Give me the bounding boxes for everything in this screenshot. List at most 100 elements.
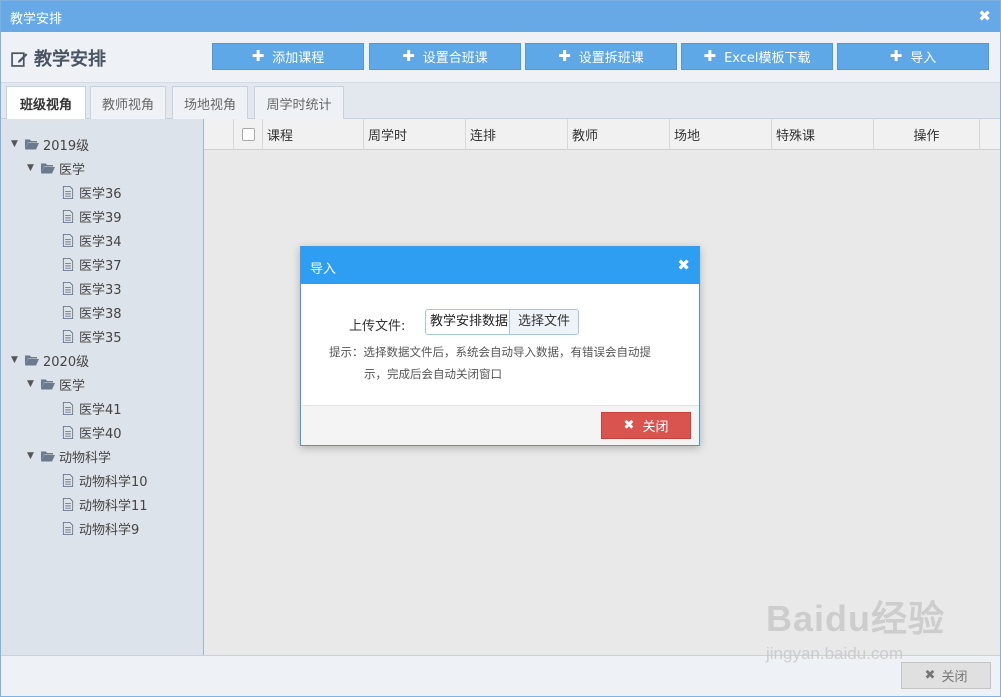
- tree-node-class[interactable]: 医学38: [61, 301, 122, 323]
- tree-node-2020[interactable]: ▼ 2020级: [11, 349, 89, 371]
- expand-arrow-icon: ▼: [27, 451, 34, 461]
- plus-icon: ✚: [889, 47, 903, 65]
- tree-node-animal-science[interactable]: ▼ 动物科学: [27, 445, 111, 467]
- document-icon: [62, 281, 74, 295]
- add-course-button[interactable]: ✚ 添加课程: [212, 43, 364, 70]
- dialog-footer: ✖ 关闭: [301, 405, 699, 445]
- expand-arrow-icon: ▼: [27, 379, 34, 389]
- add-course-label: 添加课程: [272, 51, 325, 66]
- dialog-close-button[interactable]: ✖ 关闭: [601, 412, 691, 439]
- window-close-icon[interactable]: ✖: [978, 7, 991, 25]
- import-button[interactable]: ✚ 导入: [837, 43, 989, 70]
- document-icon: [62, 401, 74, 415]
- expand-arrow-icon: ▼: [27, 163, 34, 173]
- tree-node-2019[interactable]: ▼ 2019级: [11, 133, 89, 155]
- tree-node-label: 医学: [59, 378, 86, 394]
- tree-node-label: 医学35: [79, 330, 122, 346]
- class-tree: ▼ 2019级 ▼ 医学 医学36 医学39 医学34 医学37 医学33 医学…: [1, 119, 204, 655]
- footer-close-label: 关闭: [941, 670, 968, 685]
- tree-node-medicine-2019[interactable]: ▼ 医学: [27, 157, 85, 179]
- document-icon: [62, 425, 74, 439]
- expand-arrow-icon: ▼: [11, 355, 18, 365]
- tree-node-class[interactable]: 医学34: [61, 229, 122, 251]
- document-icon: [62, 233, 74, 247]
- document-icon: [62, 257, 74, 271]
- excel-template-download-button[interactable]: ✚ Excel模板下载: [681, 43, 833, 70]
- folder-open-icon: [41, 451, 55, 461]
- hint-line-2: 示，完成后会自动关闭窗口: [364, 367, 502, 381]
- file-name-field[interactable]: 教学安排数据: [426, 310, 510, 334]
- tree-node-class[interactable]: 医学36: [61, 181, 122, 203]
- column-header[interactable]: 操作: [874, 119, 980, 150]
- tree-node-label: 医学39: [79, 210, 122, 226]
- close-icon: ✖: [924, 668, 936, 683]
- tree-node-class[interactable]: 医学39: [61, 205, 122, 227]
- window-titlebar: 教学安排 ✖: [1, 1, 1000, 32]
- folder-open-icon: [25, 139, 39, 149]
- plus-icon: ✚: [703, 47, 717, 65]
- tree-node-class[interactable]: 动物科学10: [61, 469, 148, 491]
- column-header[interactable]: 场地: [670, 119, 772, 150]
- dialog-close-icon[interactable]: ✖: [677, 256, 690, 274]
- page-title: 教学安排: [11, 45, 106, 71]
- tree-node-label: 医学40: [79, 426, 122, 442]
- document-icon: [62, 329, 74, 343]
- dialog-close-label: 关闭: [642, 420, 669, 435]
- expand-arrow-icon: ▼: [11, 139, 18, 149]
- select-all-checkbox[interactable]: [241, 128, 255, 141]
- column-header[interactable]: 特殊课: [772, 119, 874, 150]
- column-header[interactable]: 教师: [568, 119, 670, 150]
- document-icon: [62, 209, 74, 223]
- tree-node-class[interactable]: 医学35: [61, 325, 122, 347]
- tab-teacher-view[interactable]: 教师视角: [90, 86, 166, 119]
- baidu-watermark: Baidu经验 jingyan.baidu.com: [766, 590, 945, 664]
- merge-class-label: 设置合班课: [422, 51, 488, 66]
- tree-node-label: 医学: [59, 162, 86, 178]
- page-title-text: 教学安排: [34, 49, 106, 70]
- tree-node-label: 动物科学9: [79, 522, 140, 538]
- grid-rownum-header: [204, 119, 234, 150]
- grid-header: 课程 周学时 连排 教师 场地 特殊课 操作: [204, 119, 1000, 150]
- column-header[interactable]: 课程: [263, 119, 364, 150]
- select-all-cell: [234, 119, 263, 150]
- column-header[interactable]: 连排: [466, 119, 568, 150]
- tree-node-label: 医学41: [79, 402, 122, 418]
- choose-file-button[interactable]: 选择文件: [510, 310, 578, 334]
- tree-node-class[interactable]: 医学33: [61, 277, 122, 299]
- close-icon: ✖: [623, 418, 635, 433]
- watermark-url: jingyan.baidu.com: [766, 644, 904, 663]
- tree-node-label: 医学34: [79, 234, 122, 250]
- tree-node-medicine-2020[interactable]: ▼ 医学: [27, 373, 85, 395]
- column-header[interactable]: 周学时: [364, 119, 466, 150]
- document-icon: [62, 473, 74, 487]
- folder-open-icon: [41, 163, 55, 173]
- footer-close-button[interactable]: ✖ 关闭: [901, 662, 991, 689]
- edit-icon: [11, 51, 28, 67]
- document-icon: [62, 305, 74, 319]
- split-class-label: 设置拆班课: [578, 51, 644, 66]
- tree-node-label: 2020级: [43, 354, 90, 370]
- split-class-button[interactable]: ✚ 设置拆班课: [525, 43, 677, 70]
- hint-line-1: 提示：选择数据文件后，系统会自动导入数据，有错误会自动提: [329, 345, 651, 359]
- import-label: 导入: [910, 51, 937, 66]
- import-hint: 提示：选择数据文件后，系统会自动导入数据，有错误会自动提 示，完成后会自动关闭窗…: [329, 341, 679, 385]
- tree-node-class[interactable]: 医学41: [61, 397, 122, 419]
- file-input[interactable]: 教学安排数据 选择文件: [425, 309, 579, 335]
- watermark-logo: Baidu经验: [766, 598, 946, 639]
- tab-venue-view[interactable]: 场地视角: [172, 86, 248, 119]
- folder-open-icon: [25, 355, 39, 365]
- tree-node-label: 医学37: [79, 258, 122, 274]
- document-icon: [62, 497, 74, 511]
- tab-class-view[interactable]: 班级视角: [6, 86, 86, 120]
- tab-weekly-hours[interactable]: 周学时统计: [254, 86, 344, 119]
- tree-node-class[interactable]: 动物科学9: [61, 517, 139, 539]
- tree-node-class[interactable]: 医学37: [61, 253, 122, 275]
- tree-node-class[interactable]: 动物科学11: [61, 493, 148, 515]
- plus-icon: ✚: [251, 47, 265, 65]
- folder-open-icon: [41, 379, 55, 389]
- document-icon: [62, 185, 74, 199]
- tree-node-class[interactable]: 医学40: [61, 421, 122, 443]
- tree-node-label: 动物科学10: [79, 474, 148, 490]
- dialog-header: 导入 ✖: [301, 247, 699, 284]
- merge-class-button[interactable]: ✚ 设置合班课: [369, 43, 521, 70]
